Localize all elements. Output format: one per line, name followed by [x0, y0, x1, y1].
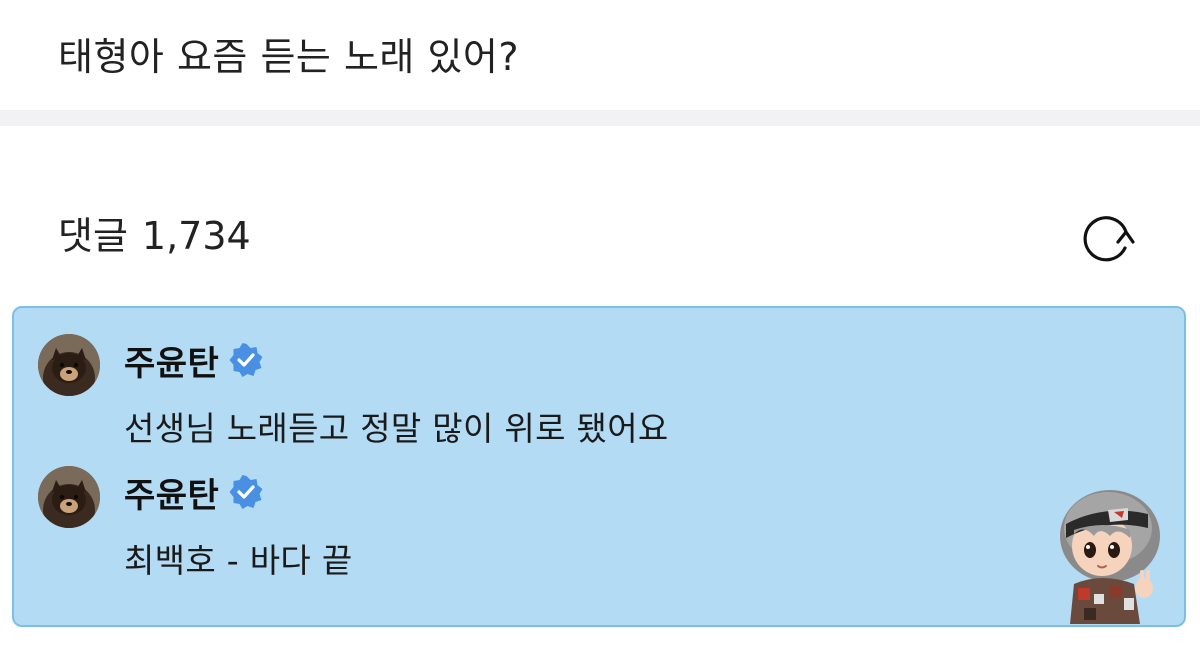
comments-label: 댓글 — [58, 214, 128, 258]
character-sticker — [1044, 484, 1174, 624]
comment-thread: 주윤탄 선생님 노래듣고 정말 많이 위로 됐어요 주윤탄 최백호 - 바다 끝 — [12, 306, 1186, 627]
comment-author[interactable]: 주윤탄 — [124, 468, 219, 517]
comments-header: 댓글 1,734 — [58, 210, 251, 262]
comments-count: 1,734 — [141, 214, 251, 258]
dog-avatar[interactable] — [38, 334, 100, 396]
verified-badge-icon — [229, 343, 263, 377]
section-divider — [0, 110, 1200, 126]
dog-avatar[interactable] — [38, 466, 100, 528]
comment-text: 최백호 - 바다 끝 — [124, 541, 353, 580]
comment-author[interactable]: 주윤탄 — [124, 336, 219, 385]
author-row: 주윤탄 — [124, 340, 263, 384]
post-title: 태형아 요즘 듣는 노래 있어? — [58, 35, 520, 79]
verified-badge-icon — [229, 475, 263, 509]
refresh-button[interactable] — [1078, 212, 1136, 266]
author-row: 주윤탄 — [124, 472, 263, 516]
comment-text: 선생님 노래듣고 정말 많이 위로 됐어요 — [124, 409, 669, 448]
refresh-icon — [1083, 216, 1135, 262]
